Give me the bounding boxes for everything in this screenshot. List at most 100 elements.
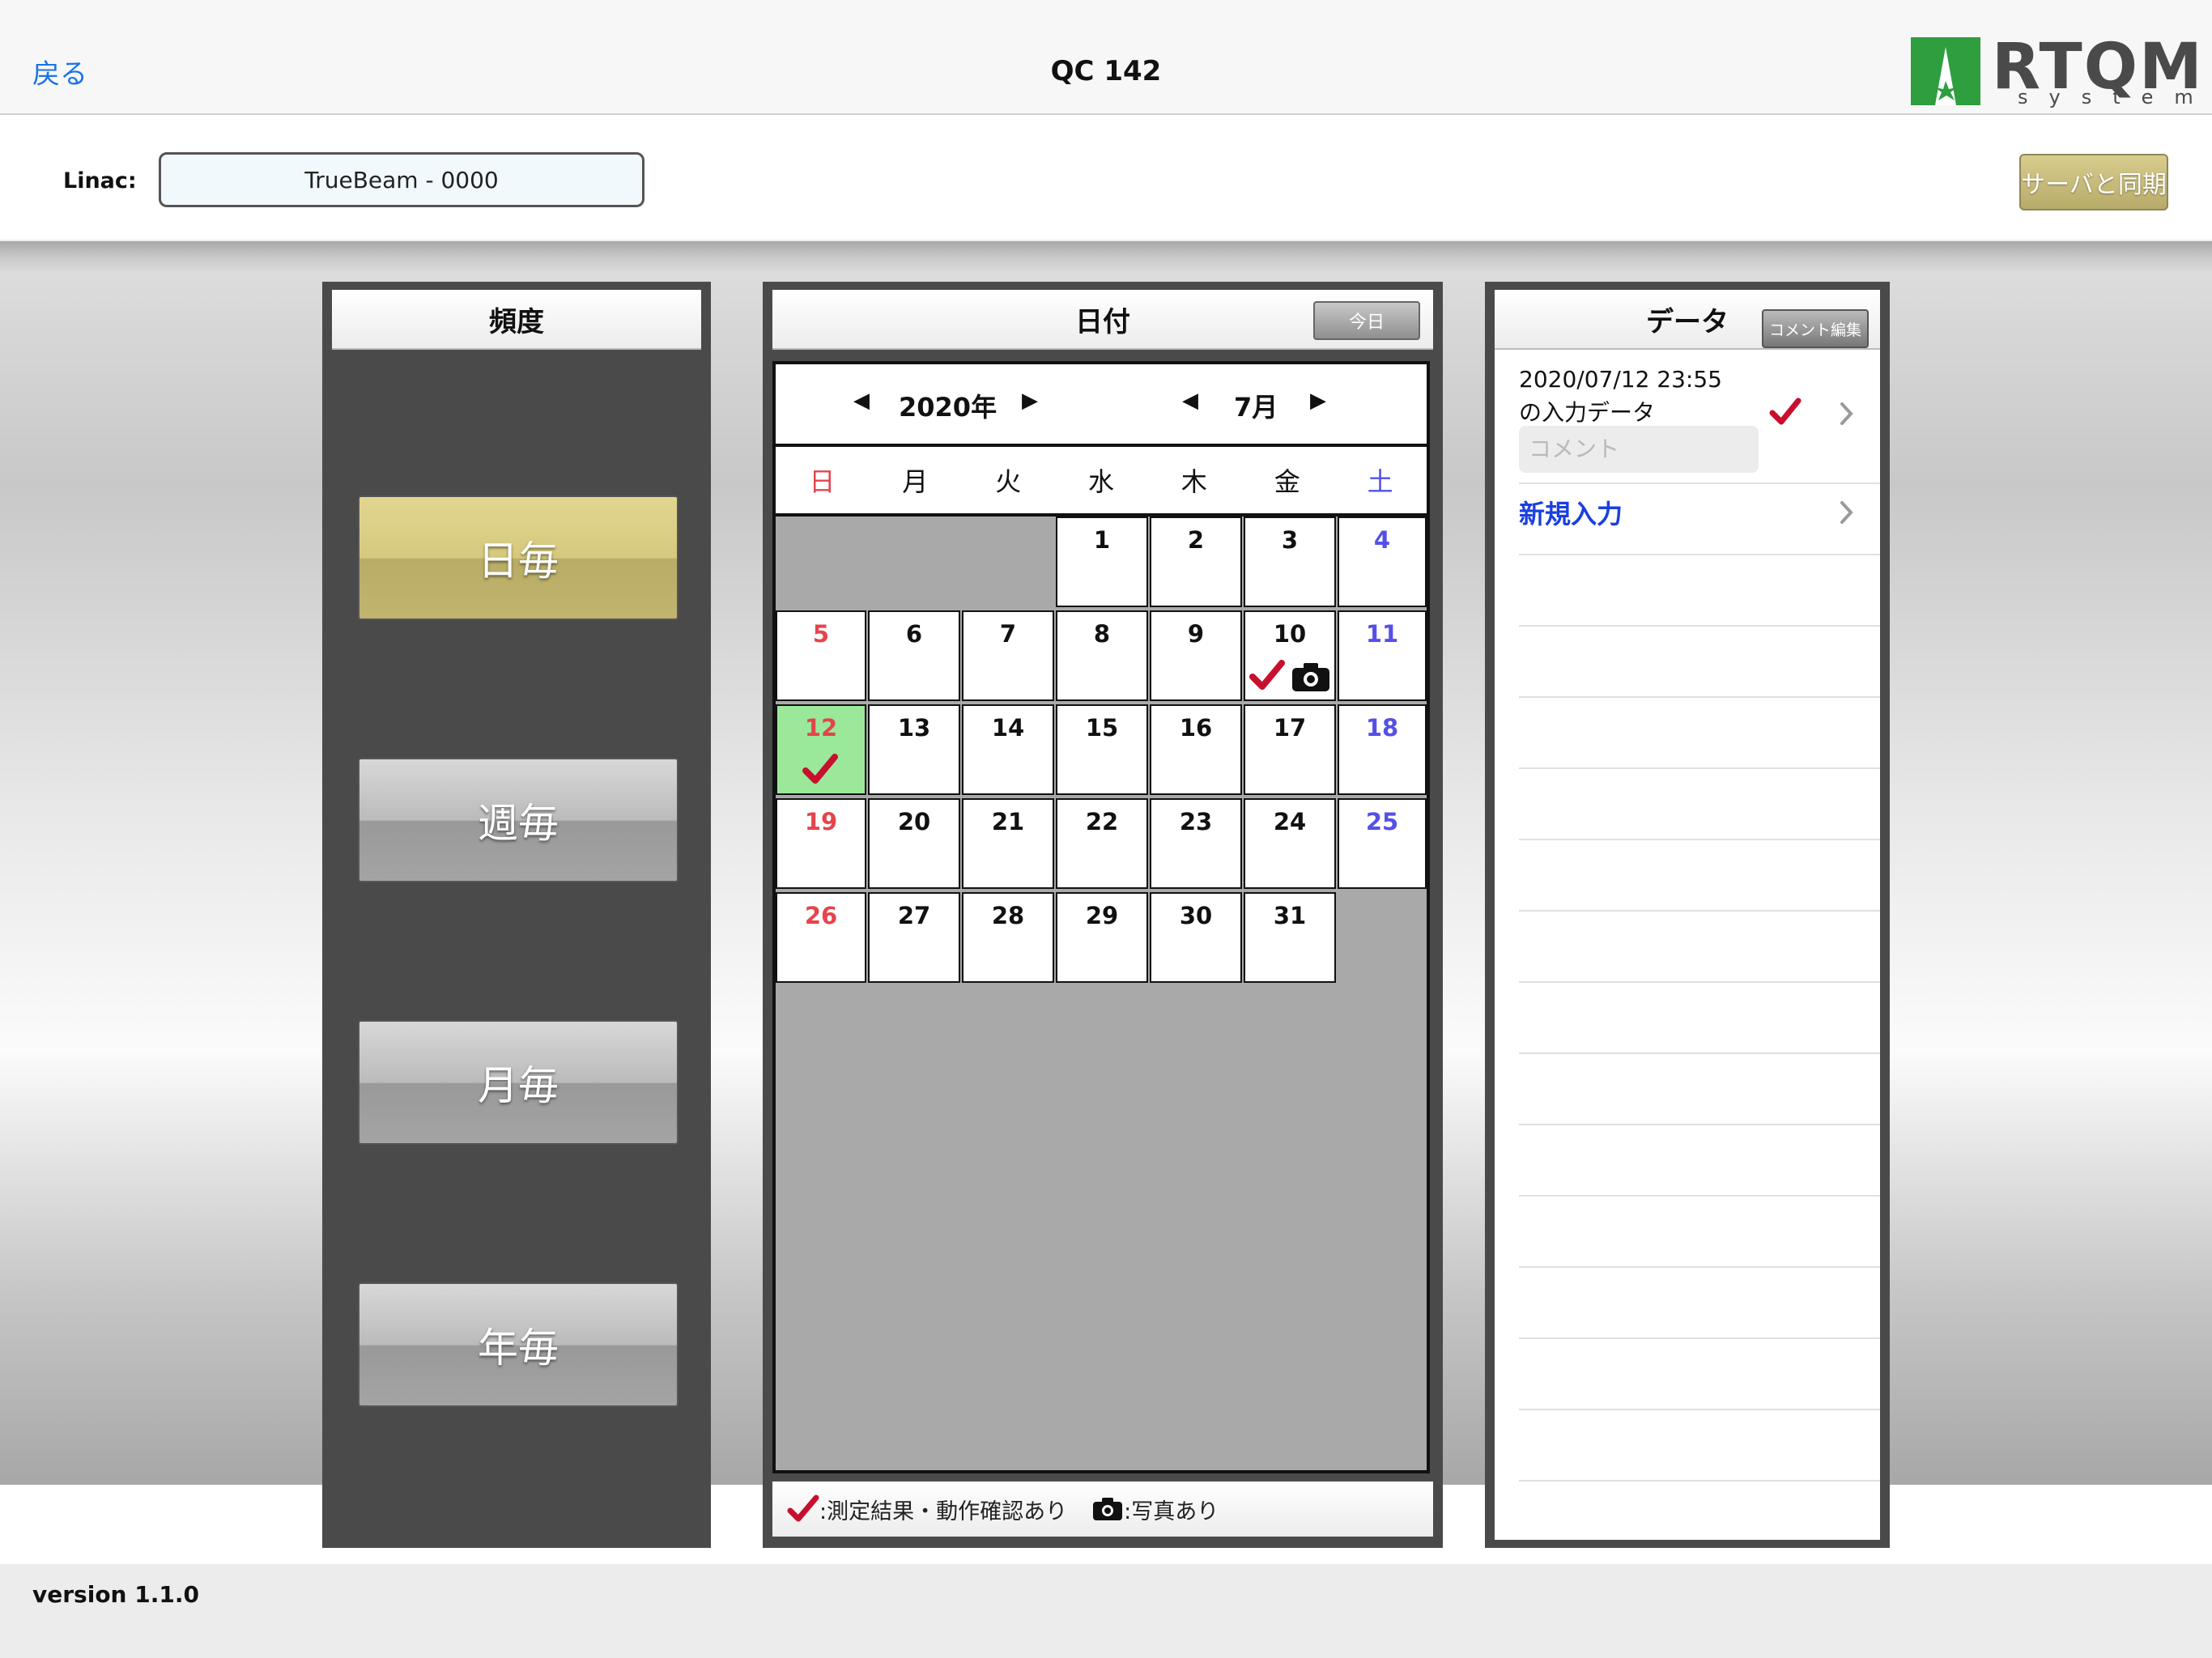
calendar-day-11[interactable]: 11 bbox=[1338, 610, 1427, 701]
month-label: 7月 bbox=[1234, 392, 1278, 423]
calendar-day-17[interactable]: 17 bbox=[1244, 704, 1336, 795]
calendar-day-28[interactable]: 28 bbox=[962, 892, 1054, 983]
date-header-title: 日付 bbox=[1075, 305, 1130, 338]
yearly-button[interactable]: 年毎 bbox=[358, 1282, 678, 1407]
day-number: 22 bbox=[1085, 808, 1119, 835]
calendar-day-21[interactable]: 21 bbox=[962, 798, 1054, 889]
calendar-day-13[interactable]: 13 bbox=[868, 704, 960, 795]
calendar-day-7[interactable]: 7 bbox=[962, 610, 1054, 701]
check-icon bbox=[787, 1494, 819, 1522]
day-number: 23 bbox=[1179, 808, 1213, 835]
calendar-day-18[interactable]: 18 bbox=[1338, 704, 1427, 795]
calendar-day-22[interactable]: 22 bbox=[1056, 798, 1148, 889]
calendar-day-19[interactable]: 19 bbox=[776, 798, 866, 889]
legend-photo-text: :写真あり bbox=[1124, 1499, 1219, 1524]
calendar-day-31[interactable]: 31 bbox=[1244, 892, 1336, 983]
year-label: 2020年 bbox=[899, 392, 998, 423]
calendar-grid: 1 2 3 4 5 6 7 8 9 10 11 12 13 14 15 16 17 18 19 20 21 22 23 24 2… bbox=[776, 517, 1427, 986]
calendar-day-1[interactable]: 1 bbox=[1056, 517, 1148, 607]
calendar-day-14[interactable]: 14 bbox=[962, 704, 1054, 795]
calendar: ◀ 2020年 ▶ ◀ 7月 ▶ 日 月 火 水 木 金 土 123456789… bbox=[772, 361, 1430, 1473]
calendar-day-23[interactable]: 23 bbox=[1150, 798, 1242, 889]
weekly-button[interactable]: 週毎 bbox=[358, 758, 678, 882]
calendar-day-12[interactable]: 12 bbox=[776, 704, 866, 795]
weekday-mon: 月 bbox=[902, 466, 929, 497]
logo-subtext: system bbox=[2018, 86, 2212, 108]
version-text: version 1.1.0 bbox=[32, 1581, 199, 1608]
rtqm-logo: RTQM system bbox=[1911, 31, 2202, 108]
day-number: 2 bbox=[1187, 526, 1205, 554]
page-title: QC 142 bbox=[1050, 55, 1162, 87]
day-number: 4 bbox=[1373, 526, 1391, 554]
day-number: 7 bbox=[999, 620, 1017, 648]
next-month-icon[interactable]: ▶ bbox=[1310, 389, 1326, 413]
entry-check-icon bbox=[1769, 397, 1802, 425]
day-number: 25 bbox=[1365, 808, 1399, 835]
calendar-day-24[interactable]: 24 bbox=[1244, 798, 1336, 889]
monthly-button[interactable]: 月毎 bbox=[358, 1020, 678, 1145]
next-year-icon[interactable]: ▶ bbox=[1022, 389, 1038, 413]
day-number: 31 bbox=[1273, 902, 1307, 929]
prev-month-icon[interactable]: ◀ bbox=[1182, 389, 1198, 413]
day-number: 21 bbox=[991, 808, 1025, 835]
footer bbox=[0, 1564, 2212, 1658]
weekday-sat: 土 bbox=[1367, 466, 1393, 497]
day-number: 24 bbox=[1273, 808, 1307, 835]
calendar-day-8[interactable]: 8 bbox=[1056, 610, 1148, 701]
calendar-day-9[interactable]: 9 bbox=[1150, 610, 1242, 701]
camera-icon bbox=[1291, 661, 1331, 696]
linac-row: Linac: TrueBeam - 0000 サーバと同期 bbox=[0, 115, 2212, 240]
calendar-day-27[interactable]: 27 bbox=[868, 892, 960, 983]
day-number: 29 bbox=[1085, 902, 1119, 929]
calendar-day-30[interactable]: 30 bbox=[1150, 892, 1242, 983]
day-number: 12 bbox=[804, 714, 838, 742]
calendar-navigation: ◀ 2020年 ▶ ◀ 7月 ▶ bbox=[776, 364, 1427, 447]
calendar-day-5[interactable]: 5 bbox=[776, 610, 866, 701]
calendar-day-6[interactable]: 6 bbox=[868, 610, 960, 701]
chevron-right-icon bbox=[1840, 402, 1853, 425]
day-number: 1 bbox=[1093, 526, 1111, 554]
calendar-day-16[interactable]: 16 bbox=[1150, 704, 1242, 795]
prev-year-icon[interactable]: ◀ bbox=[853, 389, 870, 413]
day-number: 27 bbox=[897, 902, 931, 929]
data-header-title: データ bbox=[1646, 305, 1729, 338]
comment-field[interactable]: コメント bbox=[1519, 426, 1759, 473]
camera-icon bbox=[1093, 1498, 1123, 1520]
calendar-day-2[interactable]: 2 bbox=[1150, 517, 1242, 607]
linac-label: Linac: bbox=[63, 168, 137, 193]
weekday-fri: 金 bbox=[1274, 466, 1300, 497]
comment-edit-button[interactable]: コメント編集 bbox=[1762, 309, 1869, 348]
logo-mark-icon bbox=[1911, 37, 1980, 105]
data-list: データ コメント編集 2020/07/12 23:55 の入力データ コメント … bbox=[1495, 290, 1880, 1540]
calendar-day-15[interactable]: 15 bbox=[1056, 704, 1148, 795]
weekday-header: 日 月 火 水 木 金 土 bbox=[776, 447, 1427, 517]
linac-select-field[interactable]: TrueBeam - 0000 bbox=[159, 152, 644, 207]
day-number: 16 bbox=[1179, 714, 1213, 742]
calendar-day-20[interactable]: 20 bbox=[868, 798, 960, 889]
weekday-sun: 日 bbox=[809, 466, 836, 497]
day-number: 13 bbox=[897, 714, 931, 742]
day-number: 3 bbox=[1281, 526, 1299, 554]
day-number: 8 bbox=[1093, 620, 1111, 648]
today-button[interactable]: 今日 bbox=[1313, 301, 1420, 340]
calendar-day-3[interactable]: 3 bbox=[1244, 517, 1336, 607]
legend-check-text: :測定結果・動作確認あり bbox=[819, 1499, 1068, 1524]
navigation-bar: 戻る QC 142 RTQM system bbox=[0, 0, 2212, 115]
entry-datetime: 2020/07/12 23:55 bbox=[1519, 366, 1722, 393]
daily-button[interactable]: 日毎 bbox=[358, 495, 678, 620]
sync-server-button[interactable]: サーバと同期 bbox=[2019, 154, 2168, 210]
check-icon bbox=[802, 753, 839, 789]
chevron-right-icon bbox=[1840, 501, 1853, 524]
calendar-day-4[interactable]: 4 bbox=[1338, 517, 1427, 607]
day-number: 30 bbox=[1179, 902, 1213, 929]
day-number: 20 bbox=[897, 808, 931, 835]
calendar-day-25[interactable]: 25 bbox=[1338, 798, 1427, 889]
day-number: 17 bbox=[1273, 714, 1307, 742]
calendar-legend: :測定結果・動作確認あり :写真あり bbox=[772, 1482, 1433, 1537]
new-entry-button[interactable]: 新規入力 bbox=[1519, 494, 1623, 531]
calendar-day-26[interactable]: 26 bbox=[776, 892, 866, 983]
check-icon bbox=[1249, 659, 1286, 695]
calendar-day-29[interactable]: 29 bbox=[1056, 892, 1148, 983]
frequency-panel: 頻度 日毎 週毎 月毎 年毎 bbox=[322, 282, 711, 1548]
calendar-day-10[interactable]: 10 bbox=[1244, 610, 1336, 701]
